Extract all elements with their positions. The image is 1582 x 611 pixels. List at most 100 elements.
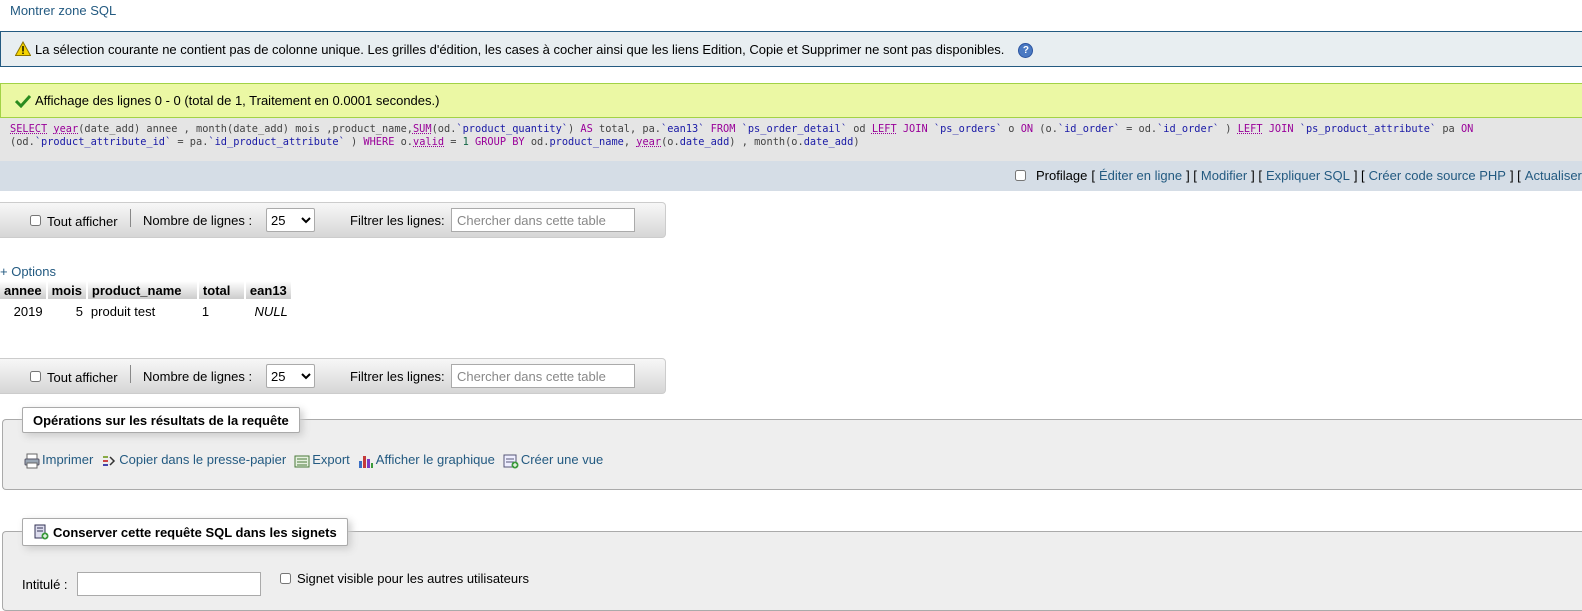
sql-token: GROUP BY [475, 136, 525, 148]
show-chart-link[interactable]: Afficher le graphique [358, 452, 495, 468]
sql-token: od. [524, 136, 550, 148]
bookmark-label-field-label: Intitulé : [22, 577, 68, 592]
sql-token: `product_quantity` [456, 123, 568, 135]
sql-token: JOIN [902, 123, 928, 135]
bookmark-label-input[interactable] [77, 572, 261, 596]
edit-inline-link[interactable]: Éditer en ligne [1099, 168, 1182, 183]
cell-mois[interactable]: 5 [46, 299, 87, 323]
separator [130, 209, 131, 227]
navigation-bar-top: Tout afficher Nombre de lignes : 25 Filt… [0, 202, 666, 238]
sql-token: `product_attribute_id` [34, 136, 172, 148]
sql-token: date_add [679, 136, 730, 148]
cell-product-name[interactable]: produit test [86, 299, 198, 323]
refresh-link[interactable]: Actualiser [1525, 168, 1582, 183]
notice-text: La sélection courante ne contient pas de… [35, 41, 1005, 57]
sql-token: JOIN [1268, 123, 1294, 135]
filter-rows-input[interactable] [451, 208, 635, 232]
sql-token: `ps_orders` [933, 123, 1003, 135]
print-link[interactable]: Imprimer [24, 452, 93, 468]
column-header-ean13[interactable]: ean13 [244, 281, 293, 299]
cell-ean13[interactable]: NULL [244, 299, 292, 323]
sql-token: SUM [412, 123, 432, 135]
notice-box: La sélection courante ne contient pas de… [0, 31, 1582, 67]
sql-token: (o. [661, 136, 680, 148]
success-text: Affichage des lignes 0 - 0 (total de 1, … [35, 93, 440, 108]
cell-total[interactable]: 1 [197, 299, 245, 323]
chart-icon [358, 453, 373, 468]
explain-sql-link[interactable]: Expliquer SQL [1266, 168, 1350, 183]
separator [130, 365, 131, 383]
column-header-annee[interactable]: annee [0, 281, 48, 299]
show-sql-area-link[interactable]: Montrer zone SQL [10, 3, 116, 18]
copy-to-clipboard-link[interactable]: Copier dans le presse-papier [101, 452, 286, 467]
sql-token: `ps_product_attribute` [1299, 123, 1437, 135]
sql-query-box[interactable]: SELECT year(date_add) annee , month(date… [0, 118, 1582, 161]
sql-token: total, pa. [592, 123, 662, 135]
sql-token: WHERE [363, 136, 395, 148]
show-all-checkbox[interactable] [30, 370, 41, 382]
export-icon [294, 453, 310, 467]
help-icon[interactable]: ? [1018, 42, 1034, 58]
clipboard-icon [101, 453, 116, 467]
operations-list: Imprimer Copier dans le presse-papier Ex… [24, 452, 611, 468]
rows-count-select[interactable]: 25 [266, 364, 315, 388]
sql-token: , [623, 136, 637, 148]
checkmark-icon [14, 94, 32, 108]
sql-token: `id_order` [1157, 123, 1220, 135]
show-all-label: Tout afficher [47, 369, 118, 385]
sql-token: = [444, 136, 463, 148]
print-icon [24, 453, 40, 468]
create-view-link[interactable]: Créer une vue [503, 452, 603, 468]
sql-token: year [636, 136, 662, 148]
sql-token: pa [1436, 123, 1461, 135]
sql-token: LEFT [1237, 123, 1263, 135]
sql-token: year [53, 123, 79, 135]
options-link[interactable]: + Options [0, 264, 56, 279]
bookmark-visible-label: Signet visible pour les autres utilisate… [297, 571, 529, 586]
rows-count-label: Nombre de lignes : [143, 212, 253, 228]
sql-token: (date_add) annee , month(date_add) mois … [78, 123, 413, 135]
sql-token: `ean13` [661, 123, 705, 135]
sql-token: od [847, 123, 872, 135]
sql-token: (od. [431, 123, 457, 135]
sql-token: ON [1020, 123, 1034, 135]
filter-rows-label: Filtrer les lignes: [350, 212, 445, 228]
bookmark-icon [33, 524, 49, 540]
table-header-row: annee mois product_name total ean13 [0, 281, 293, 299]
sql-token: ) , month(o. [729, 136, 804, 148]
sql-token: AS [580, 123, 593, 135]
sql-token: LEFT [871, 123, 897, 135]
sql-token: (od. [10, 136, 35, 148]
table-row: 2019 5 produit test 1 NULL [0, 299, 292, 323]
filter-rows-input[interactable] [451, 364, 635, 388]
column-header-mois[interactable]: mois [46, 281, 88, 299]
sql-token: `ps_order_detail` [741, 123, 848, 135]
success-box: Affichage des lignes 0 - 0 (total de 1, … [0, 83, 1582, 118]
cell-annee[interactable]: 2019 [0, 299, 47, 323]
modify-link[interactable]: Modifier [1201, 168, 1247, 183]
column-header-product-name[interactable]: product_name [86, 281, 199, 299]
show-all-checkbox[interactable] [30, 214, 41, 226]
sql-token: FROM [710, 123, 736, 135]
show-all-label: Tout afficher [47, 213, 118, 229]
warning-icon [14, 40, 32, 57]
export-link[interactable]: Export [294, 452, 350, 467]
bookmark-legend: Conserver cette requête SQL dans les sig… [22, 518, 348, 546]
sql-token: product_name [549, 136, 624, 148]
profiling-checkbox[interactable] [1015, 170, 1026, 181]
sql-token: `id_product_attribute` [208, 136, 345, 148]
sql-token: = od. [1119, 123, 1158, 135]
rows-count-label: Nombre de lignes : [143, 368, 253, 384]
rows-count-select[interactable]: 25 [266, 208, 315, 232]
column-header-total[interactable]: total [197, 281, 246, 299]
sql-token: `id_order` [1057, 123, 1120, 135]
sql-token: valid [413, 136, 445, 148]
sql-token: ) [853, 136, 860, 148]
bookmark-visible-checkbox[interactable] [280, 573, 291, 584]
sql-token: ) [344, 136, 364, 148]
sql-token: o. [394, 136, 414, 148]
create-php-code-link[interactable]: Créer code source PHP [1369, 168, 1506, 183]
query-tools-bar: Profilage [Éditer en ligne] [ Modifier] … [0, 161, 1582, 191]
sql-token: ) [568, 123, 581, 135]
sql-line: (od.`product_attribute_id` = pa.`id_prod… [10, 136, 1572, 149]
